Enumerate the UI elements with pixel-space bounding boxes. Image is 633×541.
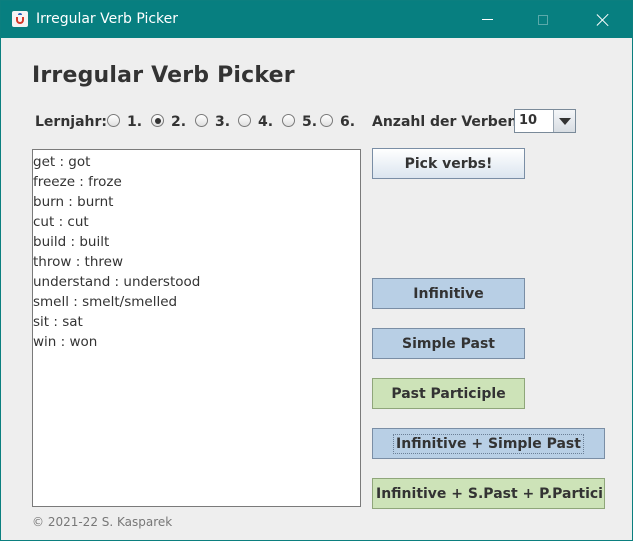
lernjahr-option-4[interactable]: 4. — [258, 114, 273, 130]
lernjahr-option-2[interactable]: 2. — [171, 114, 186, 130]
lernjahr-option-5[interactable]: 5. — [302, 114, 317, 130]
lernjahr-option-6[interactable]: 6. — [340, 114, 355, 130]
pick-verbs-label: Pick verbs! — [404, 155, 493, 172]
verb-list[interactable]: get : got freeze : froze burn : burnt cu… — [32, 149, 361, 507]
anzahl-value: 10 — [519, 113, 538, 128]
lernjahr-radio-4[interactable] — [238, 114, 251, 127]
list-item: understand : understood — [33, 274, 201, 290]
list-item: win : won — [33, 334, 98, 350]
java-icon — [12, 11, 28, 27]
list-item: freeze : froze — [33, 174, 122, 190]
lernjahr-radio-6[interactable] — [320, 114, 333, 127]
close-icon — [596, 13, 610, 27]
infinitive-button[interactable]: Infinitive — [372, 278, 525, 309]
list-item: build : built — [33, 234, 110, 250]
lernjahr-option-1[interactable]: 1. — [127, 114, 142, 130]
minimize-button[interactable] — [464, 1, 510, 38]
infinitive-all-forms-label: Infinitive + S.Past + P.Participl... — [376, 485, 604, 502]
close-button[interactable] — [580, 1, 626, 38]
lernjahr-radio-2[interactable] — [151, 114, 164, 127]
lernjahr-radio-1[interactable] — [107, 114, 120, 127]
window-title: Irregular Verb Picker — [36, 11, 179, 27]
anzahl-select[interactable]: 10 — [514, 109, 576, 133]
copyright-footer: © 2021-22 S. Kasparek — [32, 515, 173, 529]
infinitive-simple-past-button[interactable]: Infinitive + Simple Past — [372, 428, 605, 459]
title-bar[interactable]: Irregular Verb Picker — [1, 1, 632, 38]
anzahl-label: Anzahl der Verben — [372, 114, 518, 130]
lernjahr-radio-3[interactable] — [195, 114, 208, 127]
lernjahr-label: Lernjahr: — [35, 114, 108, 130]
list-item: get : got — [33, 154, 91, 170]
app-window: Irregular Verb Picker Irregular Verb Pic… — [0, 0, 633, 541]
infinitive-simple-past-label: Infinitive + Simple Past — [393, 433, 584, 454]
minimize-icon — [481, 19, 493, 20]
simple-past-label: Simple Past — [401, 335, 496, 352]
past-participle-button[interactable]: Past Participle — [372, 378, 525, 409]
list-item: cut : cut — [33, 214, 89, 230]
page-title: Irregular Verb Picker — [32, 63, 295, 88]
past-participle-label: Past Participle — [391, 385, 506, 402]
list-item: sit : sat — [33, 314, 83, 330]
infinitive-label: Infinitive — [413, 285, 484, 302]
list-item: burn : burnt — [33, 194, 114, 210]
lernjahr-radio-5[interactable] — [282, 114, 295, 127]
maximize-button[interactable] — [520, 1, 566, 38]
chevron-down-icon[interactable] — [553, 110, 575, 132]
lernjahr-option-3[interactable]: 3. — [215, 114, 230, 130]
list-item: smell : smelt/smelled — [33, 294, 178, 310]
simple-past-button[interactable]: Simple Past — [372, 328, 525, 359]
infinitive-all-forms-button[interactable]: Infinitive + S.Past + P.Participl... — [372, 478, 605, 509]
list-item: throw : threw — [33, 254, 123, 270]
maximize-icon — [538, 14, 548, 25]
pick-verbs-button[interactable]: Pick verbs! — [372, 148, 525, 179]
